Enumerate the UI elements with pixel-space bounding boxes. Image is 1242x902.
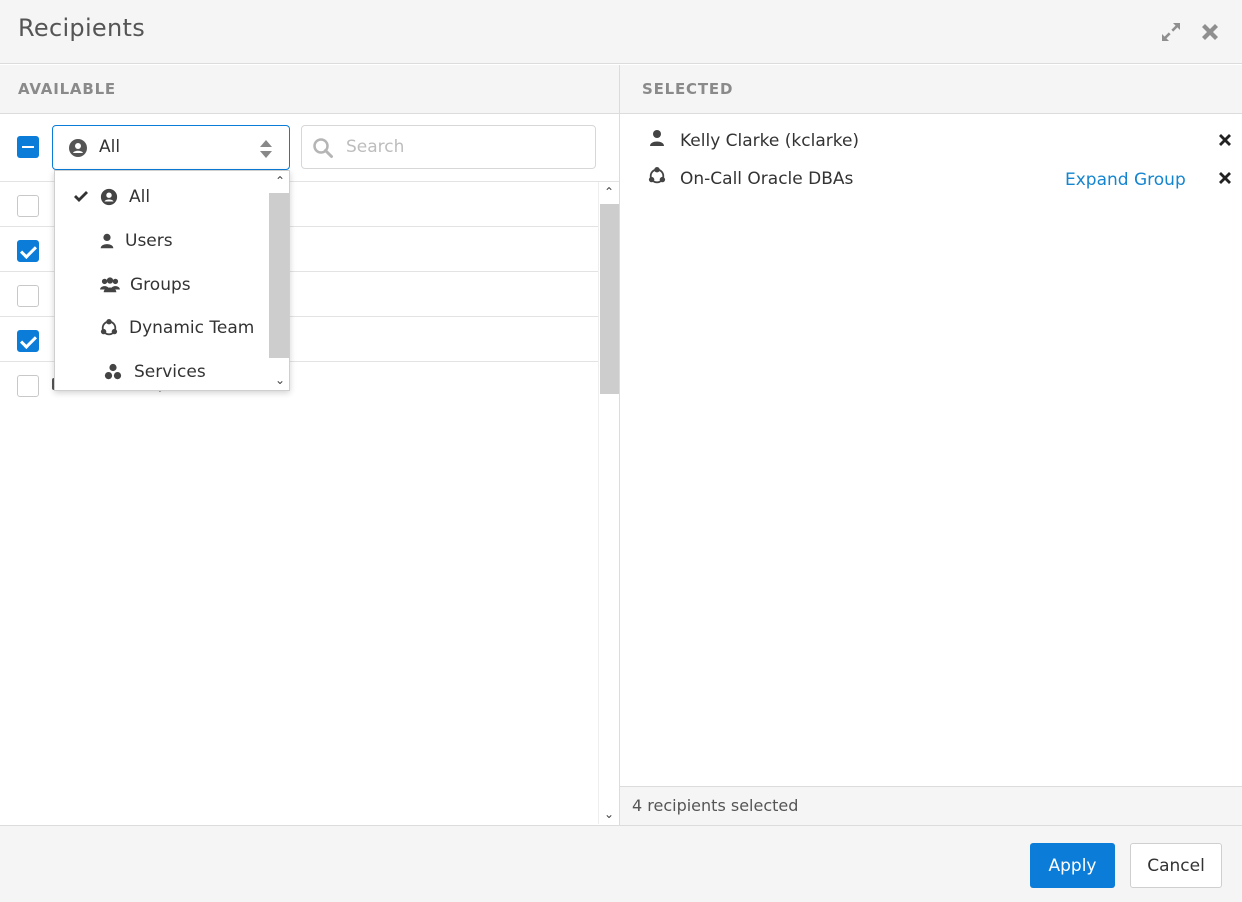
services-icon <box>104 363 122 380</box>
apply-button[interactable]: Apply <box>1030 843 1115 888</box>
dropdown-option-all[interactable]: All <box>55 176 270 219</box>
dropdown-option-label: Users <box>125 231 173 251</box>
row-checkbox[interactable] <box>17 330 39 352</box>
dropdown-scrollbar[interactable]: ⌃ ⌄ <box>269 171 289 390</box>
user-icon <box>650 130 664 146</box>
scroll-thumb[interactable] <box>269 193 289 358</box>
dropdown-option-label: Groups <box>130 275 191 295</box>
row-checkbox[interactable] <box>17 195 39 217</box>
row-checkbox[interactable] <box>17 240 39 262</box>
selected-list: Kelly Clarke (kclarke) On-Call Oracle DB… <box>620 114 1242 786</box>
remove-icon[interactable] <box>1218 171 1232 185</box>
dropdown-option-services[interactable]: Services <box>55 351 270 390</box>
expand-icon[interactable] <box>1159 20 1183 44</box>
dropdown-option-label: Dynamic Team <box>129 318 255 338</box>
selected-item: Kelly Clarke (kclarke) <box>620 119 1242 157</box>
search-box <box>301 125 596 169</box>
users-icon <box>100 277 120 293</box>
selected-item-label: Kelly Clarke (kclarke) <box>680 131 860 151</box>
close-icon[interactable] <box>1198 20 1222 44</box>
scroll-down-icon[interactable]: ⌄ <box>273 373 287 387</box>
dynamic-team-icon <box>648 167 666 184</box>
selected-item-label: On-Call Oracle DBAs <box>680 169 854 189</box>
dropdown-option-users[interactable]: Users <box>55 220 270 263</box>
row-checkbox[interactable] <box>17 285 39 307</box>
expand-group-link[interactable]: Expand Group <box>1065 170 1186 190</box>
dropdown-option-groups[interactable]: Groups <box>55 264 270 307</box>
dropdown-option-label: Services <box>134 362 206 382</box>
available-heading: AVAILABLE <box>0 65 619 114</box>
search-input[interactable] <box>344 132 584 162</box>
scroll-thumb[interactable] <box>600 204 619 394</box>
user-circle-icon <box>69 139 87 157</box>
available-scrollbar[interactable]: ⌃ ⌄ <box>598 182 619 824</box>
recipient-type-select[interactable]: All <box>52 125 290 170</box>
dialog-footer: Apply Cancel <box>0 825 1242 902</box>
user-circle-icon <box>100 188 118 206</box>
dropdown-option-label: All <box>129 187 151 207</box>
select-all-checkbox[interactable] <box>17 136 39 158</box>
dialog-title: Recipients <box>18 14 146 42</box>
selected-item: On-Call Oracle DBAs Expand Group <box>620 157 1242 195</box>
recipient-type-value: All <box>99 137 121 157</box>
row-checkbox[interactable] <box>17 375 39 397</box>
dropdown-option-dynamic-team[interactable]: Dynamic Team <box>55 307 270 350</box>
remove-icon[interactable] <box>1218 133 1232 147</box>
scroll-up-icon[interactable]: ⌃ <box>273 174 287 188</box>
user-icon <box>100 233 114 249</box>
dialog-header: Recipients <box>0 0 1242 64</box>
select-arrows-icon <box>260 140 272 158</box>
selected-count: 4 recipients selected <box>620 786 1242 825</box>
search-icon <box>313 138 333 158</box>
cancel-button[interactable]: Cancel <box>1130 843 1222 888</box>
scroll-down-icon[interactable]: ⌄ <box>602 807 616 821</box>
check-icon <box>74 191 88 202</box>
dynamic-team-icon <box>100 319 118 336</box>
selected-heading: SELECTED <box>620 65 1242 114</box>
scroll-up-icon[interactable]: ⌃ <box>602 185 616 199</box>
recipient-type-dropdown: All Users Groups Dynamic Team Services ⌃… <box>54 170 290 391</box>
